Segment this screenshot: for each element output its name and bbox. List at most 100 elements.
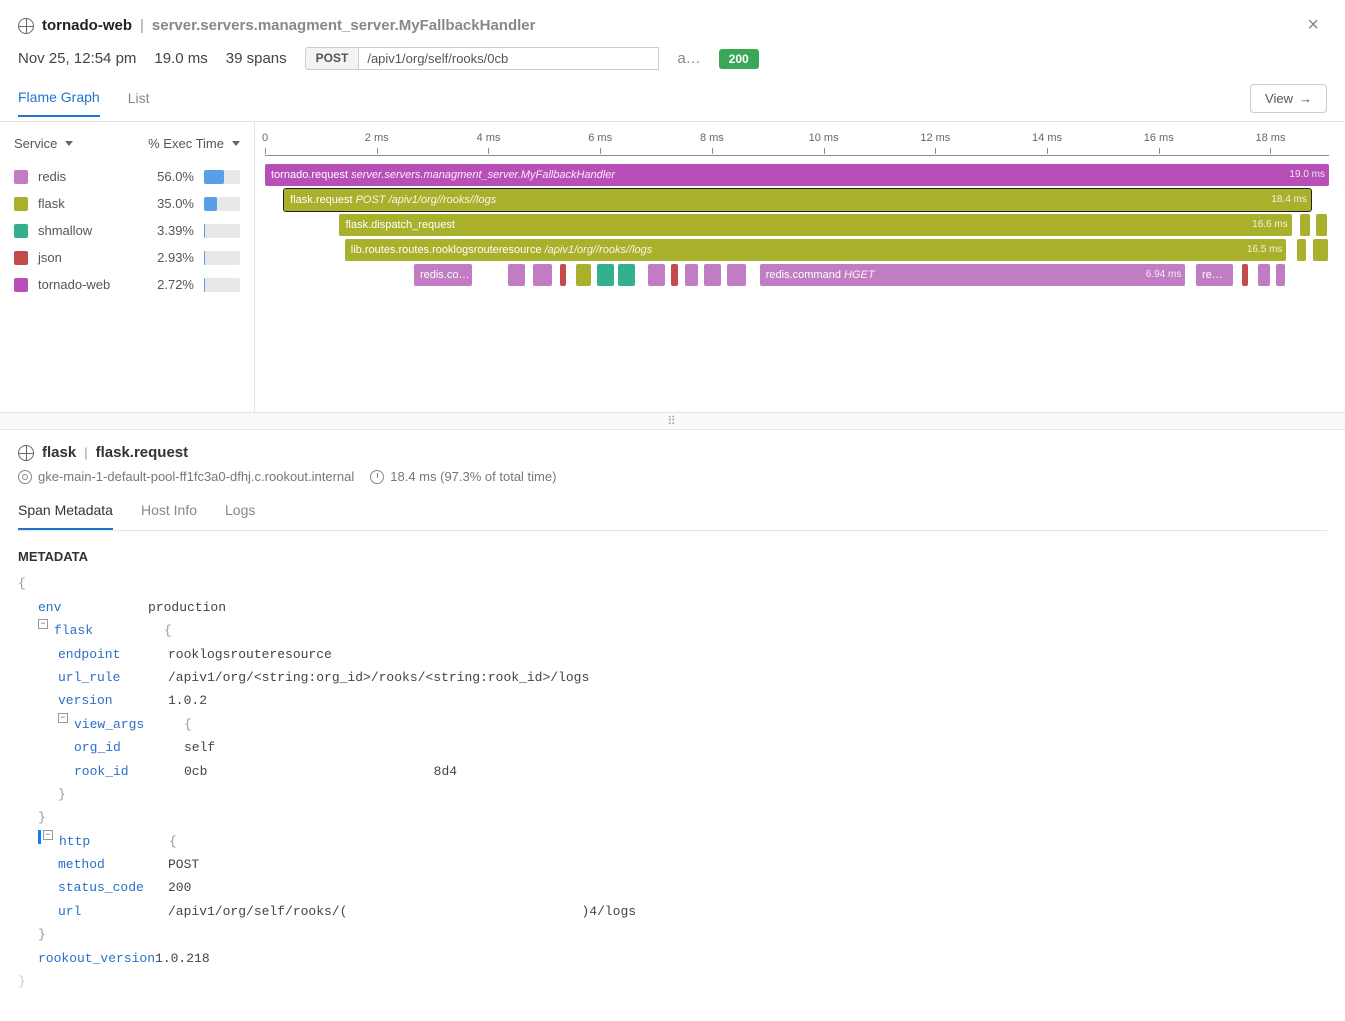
tab-span-metadata[interactable]: Span Metadata xyxy=(18,502,113,530)
detail-timing: 18.4 ms (97.3% of total time) xyxy=(390,469,556,484)
span-bar[interactable] xyxy=(1313,239,1328,261)
collapse-toggle[interactable]: − xyxy=(43,830,53,840)
spans-container: tornado.request server.servers.managment… xyxy=(265,164,1329,286)
span-bar[interactable] xyxy=(533,264,552,286)
header-span-count: 39 spans xyxy=(226,50,287,67)
service-swatch xyxy=(14,197,28,211)
time-ruler: 02 ms4 ms6 ms8 ms10 ms12 ms14 ms16 ms18 … xyxy=(265,132,1329,156)
http-status-badge: 200 xyxy=(719,49,759,69)
meta-key-flask: flask xyxy=(54,619,164,642)
span-bar[interactable] xyxy=(597,264,614,286)
service-name: flask xyxy=(38,196,136,211)
meta-key-endpoint: endpoint xyxy=(58,643,168,666)
service-name: redis xyxy=(38,169,136,184)
exec-time-column-header[interactable]: % Exec Time xyxy=(148,136,240,151)
service-row[interactable]: tornado-web 2.72% xyxy=(14,271,240,298)
service-row[interactable]: redis 56.0% xyxy=(14,163,240,190)
resize-handle[interactable]: ⠿ xyxy=(0,412,1345,430)
span-bar[interactable] xyxy=(1300,214,1310,236)
ruler-tick: 18 ms xyxy=(1255,132,1285,144)
ruler-tick: 12 ms xyxy=(920,132,950,144)
view-button[interactable]: View → xyxy=(1250,84,1327,113)
tab-list[interactable]: List xyxy=(128,90,150,116)
meta-val-status-code: 200 xyxy=(168,876,191,899)
meta-val-rookout-version: 1.0.218 xyxy=(155,947,210,970)
service-bar xyxy=(204,170,240,184)
service-pct: 56.0% xyxy=(146,169,194,184)
span-row: redis.co… redis.command HGET6.94 ms re… xyxy=(265,264,1329,286)
meta-val-endpoint: rooklogsrouteresource xyxy=(168,643,332,666)
span-bar[interactable]: flask.request POST /apiv1/org//rooks//lo… xyxy=(284,189,1311,211)
service-swatch xyxy=(14,170,28,184)
meta-val-env: production xyxy=(148,596,226,619)
collapse-toggle[interactable]: − xyxy=(58,713,68,723)
span-bar[interactable] xyxy=(727,264,746,286)
span-row: flask.request POST /apiv1/org//rooks//lo… xyxy=(265,189,1329,211)
service-swatch xyxy=(14,224,28,238)
meta-key-rook-id: rook_id xyxy=(74,760,184,783)
meta-key-view-args: view_args xyxy=(74,713,184,736)
span-bar[interactable]: redis.command HGET6.94 ms xyxy=(760,264,1186,286)
header-timestamp: Nov 25, 12:54 pm xyxy=(18,50,136,67)
service-pct: 3.39% xyxy=(146,223,194,238)
span-bar[interactable] xyxy=(1276,264,1286,286)
span-bar[interactable] xyxy=(648,264,665,286)
metadata-tree: METADATA { envproduction −flask{ endpoin… xyxy=(18,531,1327,1007)
span-bar[interactable]: redis.co… xyxy=(414,264,473,286)
chevron-down-icon xyxy=(65,141,73,146)
span-bar[interactable] xyxy=(671,264,677,286)
metadata-heading: METADATA xyxy=(18,545,1327,568)
tab-flame-graph[interactable]: Flame Graph xyxy=(18,89,100,117)
http-url-box[interactable]: /apiv1/org/self/rooks/0cb xyxy=(359,47,659,70)
service-swatch xyxy=(14,278,28,292)
span-bar[interactable] xyxy=(560,264,566,286)
span-bar[interactable] xyxy=(1297,239,1306,261)
detail-host: gke-main-1-default-pool-ff1fc3a0-dfhj.c.… xyxy=(38,469,354,484)
service-column-header[interactable]: Service xyxy=(14,136,73,151)
span-bar[interactable] xyxy=(508,264,525,286)
service-swatch xyxy=(14,251,28,265)
service-name: tornado-web xyxy=(38,277,136,292)
meta-key-status-code: status_code xyxy=(58,876,168,899)
service-bar xyxy=(204,197,240,211)
service-row[interactable]: shmallow 3.39% xyxy=(14,217,240,244)
meta-val-rook-id: 0cb 8d4 xyxy=(184,760,457,783)
close-icon[interactable]: × xyxy=(1299,10,1327,41)
meta-key-url: url xyxy=(58,900,168,923)
view-button-label: View xyxy=(1265,91,1293,106)
span-bar[interactable] xyxy=(1242,264,1248,286)
meta-val-method: POST xyxy=(168,853,199,876)
meta-key-url-rule: url_rule xyxy=(58,666,168,689)
ruler-tick: 6 ms xyxy=(588,132,612,144)
clock-icon xyxy=(370,470,384,484)
span-row: lib.routes.routes.rooklogsrouteresource … xyxy=(265,239,1329,261)
globe-icon xyxy=(18,18,34,34)
timeline[interactable]: 02 ms4 ms6 ms8 ms10 ms12 ms14 ms16 ms18 … xyxy=(255,122,1345,412)
header-duration: 19.0 ms xyxy=(154,50,207,67)
blue-marker-icon xyxy=(38,830,41,844)
target-icon xyxy=(18,470,32,484)
span-bar[interactable]: flask.dispatch_request16.6 ms xyxy=(339,214,1291,236)
service-bar xyxy=(204,251,240,265)
service-panel: Service % Exec Time redis 56.0% flask 35… xyxy=(0,122,255,412)
span-bar[interactable] xyxy=(685,264,698,286)
span-bar[interactable] xyxy=(576,264,591,286)
chevron-down-icon xyxy=(232,141,240,146)
span-bar[interactable] xyxy=(1258,264,1271,286)
span-bar[interactable]: re… xyxy=(1196,264,1233,286)
span-bar[interactable]: lib.routes.routes.rooklogsrouteresource … xyxy=(345,239,1287,261)
collapse-toggle[interactable]: − xyxy=(38,619,48,629)
span-bar[interactable] xyxy=(1316,214,1327,236)
meta-val-url-rule: /apiv1/org/<string:org_id>/rooks/<string… xyxy=(168,666,589,689)
tab-logs[interactable]: Logs xyxy=(225,502,255,530)
span-bar[interactable]: tornado.request server.servers.managment… xyxy=(265,164,1329,186)
service-row[interactable]: json 2.93% xyxy=(14,244,240,271)
span-bar[interactable] xyxy=(618,264,635,286)
service-row[interactable]: flask 35.0% xyxy=(14,190,240,217)
service-pct: 2.72% xyxy=(146,277,194,292)
service-name: json xyxy=(38,250,136,265)
tab-host-info[interactable]: Host Info xyxy=(141,502,197,530)
span-bar[interactable] xyxy=(704,264,721,286)
header-handler: server.servers.managment_server.MyFallba… xyxy=(152,17,536,34)
meta-val-version: 1.0.2 xyxy=(168,689,207,712)
